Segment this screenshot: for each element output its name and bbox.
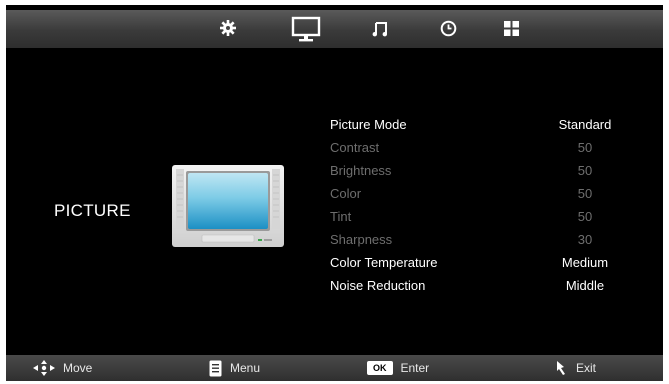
sound-note-icon[interactable]	[372, 21, 388, 37]
menu-hint: Menu	[209, 359, 260, 377]
settings-gear-icon[interactable]	[219, 19, 237, 37]
move-arrows-icon	[33, 360, 55, 376]
menu-item-label: Color	[330, 186, 362, 201]
picture-monitor-icon[interactable]	[291, 16, 321, 44]
menu-item-color: Color 50	[330, 186, 640, 206]
menu-item-picture-mode[interactable]: Picture Mode Standard	[330, 117, 640, 137]
menu-item-value: Standard	[558, 117, 612, 132]
menu-item-value: Middle	[565, 278, 605, 293]
menu-item-sharpness: Sharpness 30	[330, 232, 640, 252]
menu-item-label: Noise Reduction	[330, 278, 426, 293]
time-clock-icon[interactable]	[440, 20, 457, 37]
menu-item-value: Medium	[561, 255, 609, 270]
tv-illustration-icon	[172, 165, 284, 247]
key-hint-bar: Move Menu OK Enter Exit	[6, 355, 663, 381]
menu-item-value: 50	[577, 140, 593, 155]
menu-item-value: 30	[577, 232, 593, 247]
enter-hint: OK Enter	[367, 359, 429, 377]
move-label: Move	[63, 361, 93, 375]
apps-grid-icon[interactable]	[503, 20, 520, 37]
menu-item-label: Sharpness	[330, 232, 393, 247]
menu-key-icon	[209, 360, 222, 376]
menu-item-value: 50	[577, 186, 593, 201]
menu-label: Menu	[230, 361, 261, 375]
menu-item-tint: Tint 50	[330, 209, 640, 229]
category-tab-bar	[6, 10, 663, 48]
move-hint: Move	[33, 359, 92, 377]
menu-item-value: 50	[577, 163, 593, 178]
menu-item-label: Contrast	[330, 140, 380, 155]
menu-item-contrast: Contrast 50	[330, 140, 640, 160]
enter-label: Enter	[400, 361, 430, 375]
menu-item-label: Tint	[330, 209, 352, 224]
menu-item-noise-reduction[interactable]: Noise Reduction Middle	[330, 278, 640, 298]
menu-item-label: Picture Mode	[330, 117, 407, 132]
menu-item-label: Color Temperature	[330, 255, 438, 270]
category-title: PICTURE	[54, 201, 131, 220]
tv-osd-screen: PICTURE Picture Mode Standard Contrast 5…	[6, 5, 663, 381]
exit-label: Exit	[576, 361, 597, 375]
exit-hint: Exit	[554, 359, 596, 377]
menu-item-color-temperature[interactable]: Color Temperature Medium	[330, 255, 640, 275]
exit-return-icon	[557, 361, 565, 375]
menu-item-brightness: Brightness 50	[330, 163, 640, 183]
menu-item-value: 50	[577, 209, 593, 224]
menu-item-label: Brightness	[330, 163, 392, 178]
ok-key-icon: OK	[367, 361, 393, 375]
